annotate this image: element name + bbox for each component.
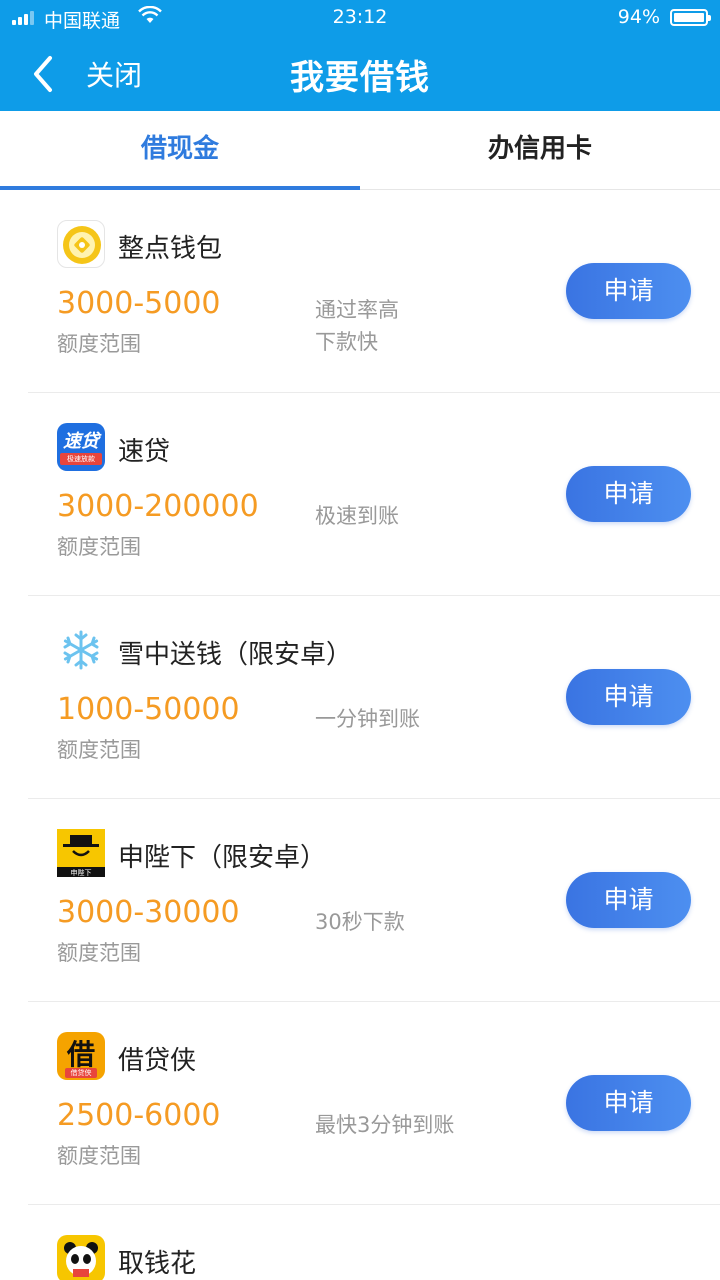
emperor-logo-icon: 申陛下 bbox=[57, 829, 105, 877]
product-name: 雪中送钱（限安卓） bbox=[118, 640, 353, 670]
status-bar: 中国联通 23:12 94% bbox=[0, 0, 720, 36]
tab-credit-card[interactable]: 办信用卡 bbox=[360, 111, 720, 187]
apply-button[interactable]: 申请 bbox=[566, 466, 691, 522]
amount-range: 3000-200000 bbox=[57, 489, 259, 524]
jiedaixia-logo-icon: 借 借贷侠 bbox=[57, 1032, 105, 1080]
list-item: 速贷 极速放款 速贷 3000-200000 额度范围 极速到账 申请 bbox=[0, 393, 720, 596]
snowflake-icon bbox=[57, 626, 105, 674]
product-description: 极速到账 bbox=[315, 504, 399, 528]
tab-cash-loan[interactable]: 借现金 bbox=[0, 111, 360, 187]
product-name: 借贷侠 bbox=[118, 1046, 197, 1076]
page-title: 我要借钱 bbox=[290, 58, 430, 98]
apply-button[interactable]: 申请 bbox=[566, 1075, 691, 1131]
list-item: 取钱花 bbox=[0, 1205, 720, 1280]
panda-logo-icon bbox=[57, 1235, 105, 1280]
product-name: 取钱花 bbox=[118, 1249, 197, 1279]
amount-range: 2500-6000 bbox=[57, 1098, 221, 1133]
list-item: 雪中送钱（限安卓） 1000-50000 额度范围 一分钟到账 申请 bbox=[0, 596, 720, 799]
product-description: 最快3分钟到账 bbox=[315, 1113, 455, 1137]
amount-label: 额度范围 bbox=[57, 1144, 141, 1168]
product-description: 一分钟到账 bbox=[315, 707, 420, 731]
amount-range: 1000-50000 bbox=[57, 692, 240, 727]
app-header: 中国联通 23:12 94% 关闭 我要借钱 bbox=[0, 0, 720, 111]
amount-label: 额度范围 bbox=[57, 941, 141, 965]
battery-percent: 94% bbox=[617, 6, 660, 28]
amount-label: 额度范围 bbox=[57, 738, 141, 762]
list-item: 借 借贷侠 借贷侠 2500-6000 额度范围 最快3分钟到账 申请 bbox=[0, 1002, 720, 1205]
amount-range: 3000-5000 bbox=[57, 286, 221, 321]
sudai-logo-icon: 速贷 极速放款 bbox=[57, 423, 105, 471]
amount-label: 额度范围 bbox=[57, 332, 141, 356]
product-name: 整点钱包 bbox=[118, 234, 223, 264]
apply-button[interactable]: 申请 bbox=[566, 669, 691, 725]
list-item: 整点钱包 3000-5000 额度范围 通过率高 下款快 申请 bbox=[0, 190, 720, 393]
apply-button[interactable]: 申请 bbox=[566, 872, 691, 928]
product-name: 速贷 bbox=[118, 437, 171, 467]
status-time: 23:12 bbox=[332, 6, 388, 28]
product-description: 通过率高 下款快 bbox=[315, 298, 399, 354]
apply-button[interactable]: 申请 bbox=[566, 263, 691, 319]
product-name: 申陛下（限安卓） bbox=[118, 843, 327, 873]
coin-wallet-icon bbox=[57, 220, 105, 268]
battery-icon bbox=[670, 9, 711, 26]
list-item: 申陛下 申陛下（限安卓） 3000-30000 额度范围 30秒下款 申请 bbox=[0, 799, 720, 1002]
product-description: 30秒下款 bbox=[315, 910, 405, 934]
amount-label: 额度范围 bbox=[57, 535, 141, 559]
tab-bar: 借现金 办信用卡 bbox=[0, 111, 720, 190]
amount-range: 3000-30000 bbox=[57, 895, 240, 930]
